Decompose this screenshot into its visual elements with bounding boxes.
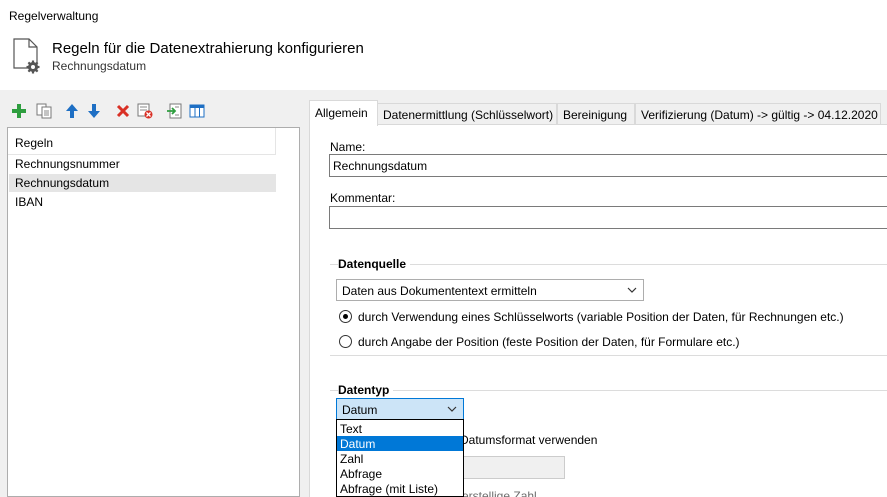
option-label: Abfrage (mit Liste) — [340, 482, 439, 496]
radio-position-label[interactable]: durch Angabe der Position (feste Positio… — [358, 335, 740, 349]
delete-icon — [116, 104, 130, 118]
tab-label: Bereinigung — [563, 108, 628, 122]
date-format-field[interactable] — [462, 456, 565, 479]
datatype-option-text[interactable]: Text — [337, 421, 463, 436]
delete-rule-button[interactable] — [114, 102, 132, 120]
tab-label: Allgemein — [315, 106, 368, 120]
tab-label: Verifizierung (Datum) -> gültig -> 04.12… — [641, 108, 878, 122]
datatype-option-abfrage[interactable]: Abfrage — [337, 466, 463, 481]
option-label: Abfrage — [340, 467, 383, 481]
rule-item-iban[interactable]: IBAN — [9, 193, 276, 211]
move-down-button[interactable] — [85, 102, 103, 120]
import-button[interactable] — [165, 102, 183, 120]
datatype-group-border — [330, 390, 887, 391]
tab-bereinigung[interactable]: Bereinigung — [557, 103, 635, 125]
date-format-label: Datumsformat verwenden — [460, 433, 598, 447]
datatype-option-zahl[interactable]: Zahl — [337, 451, 463, 466]
columns-button[interactable] — [188, 102, 206, 120]
rule-item-label: Rechnungsnummer — [15, 157, 120, 171]
move-down-icon — [88, 104, 100, 118]
page-header: Regeln für die Datenextrahierung konfigu… — [0, 30, 887, 90]
datasource-group-title: Datenquelle — [338, 257, 411, 271]
radio-keyword[interactable] — [339, 310, 352, 323]
comment-label: Kommentar: — [330, 191, 396, 205]
rule-item-rechnungsnummer[interactable]: Rechnungsnummer — [9, 155, 276, 173]
datasource-group-border — [330, 264, 887, 265]
digit-label: erstellige Zahl — [462, 489, 537, 497]
delete-all-button[interactable] — [136, 102, 154, 120]
datatype-option-datum[interactable]: Datum — [337, 436, 463, 451]
radio-position[interactable] — [339, 335, 352, 348]
comment-field[interactable] — [329, 206, 887, 229]
page-subtitle: Rechnungsdatum — [52, 59, 147, 73]
delete-all-icon — [137, 103, 153, 119]
datatype-group-title: Datentyp — [338, 383, 394, 397]
rules-list: Regeln Rechnungsnummer Rechnungsdatum IB… — [7, 127, 300, 497]
add-icon — [12, 104, 26, 118]
rule-item-rechnungsdatum[interactable]: Rechnungsdatum — [9, 174, 276, 192]
columns-icon — [189, 104, 205, 118]
tab-label: Datenermittlung (Schlüsselwort) — [383, 108, 554, 122]
datasource-combobox[interactable]: Daten aus Dokumententext ermitteln — [336, 279, 644, 301]
chevron-down-icon — [627, 287, 637, 293]
add-rule-button[interactable] — [10, 102, 28, 120]
title-bar: Regelverwaltung — [0, 0, 887, 30]
tab-datenermittlung[interactable]: Datenermittlung (Schlüsselwort) — [377, 103, 557, 125]
datatype-dropdown-list: Text Datum Zahl Abfrage Abfrage (mit Lis… — [336, 419, 464, 497]
datasource-selected-value: Daten aus Dokumententext ermitteln — [342, 284, 537, 298]
rules-column-label: Regeln — [15, 136, 54, 150]
option-label: Text — [340, 422, 363, 436]
datasource-group-bottom — [330, 355, 887, 356]
move-up-icon — [66, 104, 78, 118]
rule-item-label: Rechnungsdatum — [15, 176, 110, 190]
rules-list-header[interactable]: Regeln — [8, 128, 276, 155]
option-label: Zahl — [340, 452, 364, 466]
copy-icon — [36, 103, 52, 119]
option-label: Datum — [340, 437, 376, 451]
move-up-button[interactable] — [63, 102, 81, 120]
window-title: Regelverwaltung — [9, 9, 99, 23]
chevron-down-icon — [447, 406, 457, 412]
page-title: Regeln für die Datenextrahierung konfigu… — [52, 40, 364, 57]
datatype-selected-value: Datum — [342, 403, 378, 417]
datatype-option-abfrage-liste[interactable]: Abfrage (mit Liste) — [337, 481, 463, 496]
tab-allgemein[interactable]: Allgemein — [309, 100, 378, 126]
import-icon — [167, 103, 182, 119]
tab-verifizierung[interactable]: Verifizierung (Datum) -> gültig -> 04.12… — [635, 103, 881, 125]
rule-item-label: IBAN — [15, 195, 44, 209]
copy-rule-button[interactable] — [35, 102, 53, 120]
name-field-value: Rechnungsdatum — [333, 159, 428, 173]
name-field[interactable]: Rechnungsdatum — [329, 154, 887, 177]
name-label: Name: — [330, 140, 366, 154]
document-settings-icon — [13, 38, 40, 74]
radio-keyword-label[interactable]: durch Verwendung eines Schlüsselworts (v… — [358, 310, 844, 324]
datatype-combobox[interactable]: Datum — [336, 398, 464, 420]
